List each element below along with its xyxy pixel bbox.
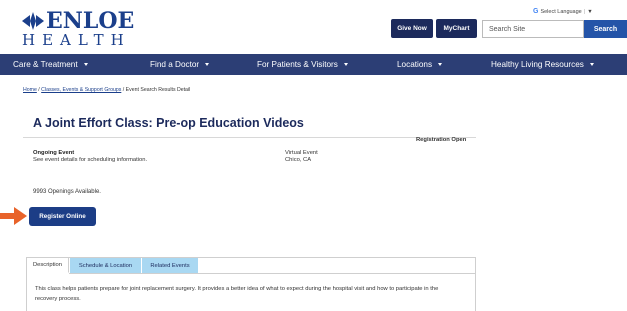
title-divider	[23, 137, 476, 138]
chevron-down-icon	[343, 63, 348, 66]
chevron-down-icon	[83, 63, 88, 66]
nav-item-label: Locations	[397, 60, 433, 69]
register-online-button[interactable]: Register Online	[29, 207, 96, 226]
nav-item-label: Find a Doctor	[150, 60, 200, 69]
breadcrumb-current: Event Search Results Detail	[125, 87, 191, 93]
page-title: A Joint Effort Class: Pre-op Education V…	[33, 116, 304, 130]
breadcrumb-home-link[interactable]: Home	[23, 87, 37, 93]
chevron-down-icon: ▼	[587, 8, 593, 15]
nav-item-healthy-living[interactable]: Healthy Living Resources	[491, 54, 594, 75]
nav-item-label: Care & Treatment	[13, 60, 78, 69]
enloe-health-logo[interactable]: ENLOE HEALTH	[22, 8, 135, 50]
tab-schedule-location[interactable]: Schedule & Location	[70, 258, 141, 273]
main-navigation: Care & Treatment Find a Doctor For Patie…	[0, 54, 627, 75]
give-now-button[interactable]: Give Now	[391, 19, 433, 38]
event-city: Chico, CA	[285, 157, 312, 163]
logo-wordmark-bottom: HEALTH	[22, 31, 131, 49]
search-button[interactable]: Search	[584, 20, 627, 38]
language-separator: |	[583, 8, 586, 15]
language-selector-label: Select Language	[540, 8, 582, 15]
nav-item-care-treatment[interactable]: Care & Treatment	[13, 54, 88, 75]
nav-item-locations[interactable]: Locations	[397, 54, 443, 75]
event-description: This class helps patients prepare for jo…	[35, 286, 439, 302]
schedule-note: See event details for scheduling informa…	[33, 157, 148, 163]
nav-item-patients-visitors[interactable]: For Patients & Visitors	[257, 54, 348, 75]
language-selector[interactable]: G Select Language | ▼	[533, 8, 593, 15]
nav-item-label: For Patients & Visitors	[257, 60, 338, 69]
nav-item-label: Healthy Living Resources	[491, 60, 584, 69]
logo-wordmark-top: ENLOE	[46, 8, 135, 34]
search-input[interactable]: Search Site	[482, 20, 584, 38]
breadcrumb-classes-link[interactable]: Classes, Events & Support Groups	[41, 87, 121, 93]
openings-available: 9993 Openings Available.	[33, 189, 101, 195]
site-header: ENLOE HEALTH Give Now MyChart G Select L…	[0, 0, 627, 54]
breadcrumb: Home / Classes, Events & Support Groups …	[23, 87, 190, 93]
chevron-down-icon	[438, 63, 443, 66]
location-type: Virtual Event	[285, 150, 318, 156]
tab-divider	[69, 273, 476, 274]
diamond-arrows-icon	[22, 12, 44, 30]
nav-item-find-doctor[interactable]: Find a Doctor	[150, 54, 210, 75]
tab-description[interactable]: Description	[27, 258, 69, 273]
registration-status: Registration Open	[416, 137, 467, 143]
mychart-button[interactable]: MyChart	[436, 19, 477, 38]
google-translate-icon: G	[533, 8, 539, 15]
chevron-down-icon	[205, 63, 210, 66]
chevron-down-icon	[589, 63, 594, 66]
schedule-type: Ongoing Event	[33, 150, 75, 156]
arrow-right-icon	[0, 207, 27, 225]
tab-related-events[interactable]: Related Events	[142, 258, 198, 273]
